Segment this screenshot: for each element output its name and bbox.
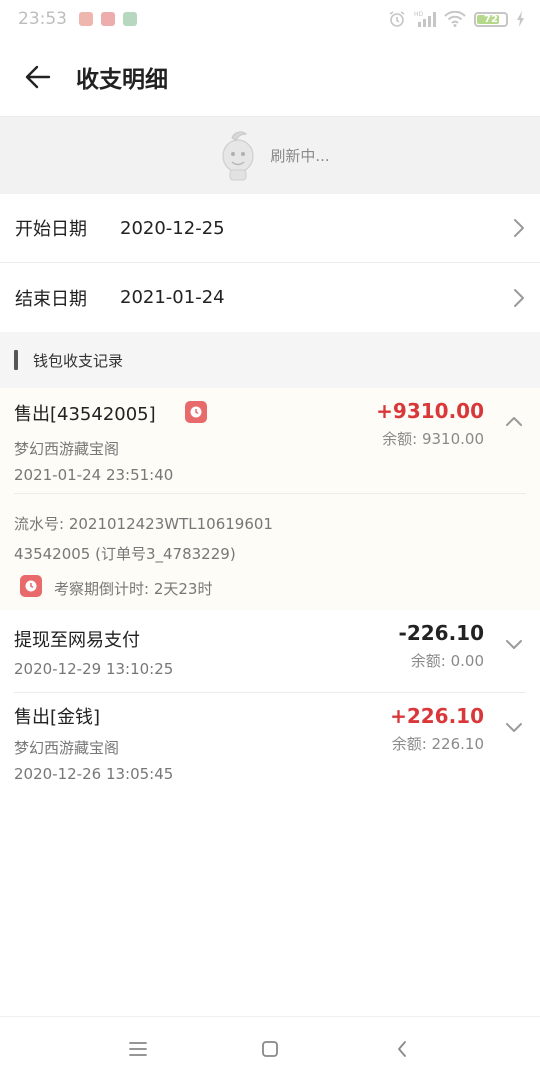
record-source: 梦幻西游藏宝阁: [14, 739, 120, 757]
record-source: 梦幻西游藏宝阁: [14, 440, 120, 458]
status-notification-icons: [79, 12, 137, 26]
notification-app-icon: [79, 12, 93, 26]
record-item-expanded[interactable]: 售出[43542005] +9310.00 梦幻西游藏宝阁 余额: 9310.0…: [0, 388, 540, 610]
menu-button[interactable]: [116, 1027, 160, 1071]
record-time: 2021-01-24 23:51:40: [14, 466, 174, 484]
section-accent-bar: [14, 350, 18, 370]
record-item[interactable]: 提现至网易支付 -226.10 余额: 0.00 2020-12-29 13:1…: [0, 610, 540, 693]
menu-icon: [129, 1041, 147, 1056]
notification-app-icon: [123, 12, 137, 26]
battery-icon: 72: [474, 11, 508, 27]
alarm-icon: [389, 11, 405, 27]
record-title: 售出[43542005]: [14, 404, 156, 425]
section-title: 钱包收支记录: [33, 351, 124, 370]
record-time: 2020-12-26 13:05:45: [14, 765, 174, 783]
status-time: 23:53: [18, 9, 67, 29]
chevron-right-icon: [514, 219, 524, 237]
record-item[interactable]: 售出[金钱] +226.10 梦幻西游藏宝阁 余额: 226.10 2020-1…: [0, 693, 540, 793]
record-amount: +9310.00: [376, 399, 484, 423]
start-date-value: 2020-12-25: [120, 217, 225, 239]
start-date-row[interactable]: 开始日期 2020-12-25: [0, 194, 540, 263]
home-button[interactable]: [248, 1027, 292, 1071]
record-balance: 余额: 226.10: [391, 735, 484, 753]
section-header: 钱包收支记录: [0, 332, 540, 388]
record-title: 售出[金钱]: [14, 707, 101, 728]
charging-icon: [517, 11, 524, 27]
start-date-label: 开始日期: [15, 219, 87, 240]
clock-badge-icon: [185, 401, 207, 423]
record-balance: 余额: 0.00: [410, 652, 484, 670]
clock-badge-icon: [20, 575, 42, 597]
chevron-down-icon[interactable]: [502, 632, 526, 656]
end-date-row[interactable]: 结束日期 2021-01-24: [0, 263, 540, 332]
arrow-left-icon: [25, 65, 51, 89]
status-bar: 23:53 HD 72: [0, 0, 540, 38]
nav-back-button[interactable]: [380, 1027, 424, 1071]
square-home-icon: [262, 1040, 278, 1057]
refresh-indicator: 刷新中...: [0, 116, 540, 194]
end-date-label: 结束日期: [15, 288, 87, 310]
mascot-loading-icon: [222, 130, 254, 180]
record-order-number: 43542005 (订单号3_4783229): [14, 545, 236, 563]
record-amount: -226.10: [398, 621, 484, 645]
page-title: 收支明细: [76, 67, 168, 93]
back-button[interactable]: [0, 38, 76, 116]
chevron-down-icon[interactable]: [502, 715, 526, 739]
record-serial-number: 流水号: 2021012423WTL10619601: [14, 515, 273, 533]
chevron-left-icon: [398, 1040, 406, 1057]
system-nav-bar: [0, 1016, 540, 1080]
status-system-icons: HD 72: [388, 10, 526, 28]
svg-text:HD: HD: [414, 11, 424, 18]
chevron-up-icon[interactable]: [502, 410, 526, 434]
record-countdown: 考察期倒计时: 2天23时: [54, 580, 213, 598]
app-bar: 收支明细: [0, 38, 540, 116]
divider: [14, 493, 526, 494]
record-amount: +226.10: [390, 704, 484, 728]
refresh-text: 刷新中...: [270, 147, 330, 165]
record-title: 提现至网易支付: [14, 630, 140, 651]
battery-percent: 72: [484, 13, 498, 25]
signal-icon: HD: [414, 11, 436, 27]
wifi-icon: [444, 11, 466, 27]
notification-app-icon: [101, 12, 115, 26]
end-date-value: 2021-01-24: [120, 287, 225, 308]
chevron-right-icon: [514, 288, 524, 307]
record-balance: 余额: 9310.00: [382, 430, 484, 448]
record-time: 2020-12-29 13:10:25: [14, 660, 174, 678]
